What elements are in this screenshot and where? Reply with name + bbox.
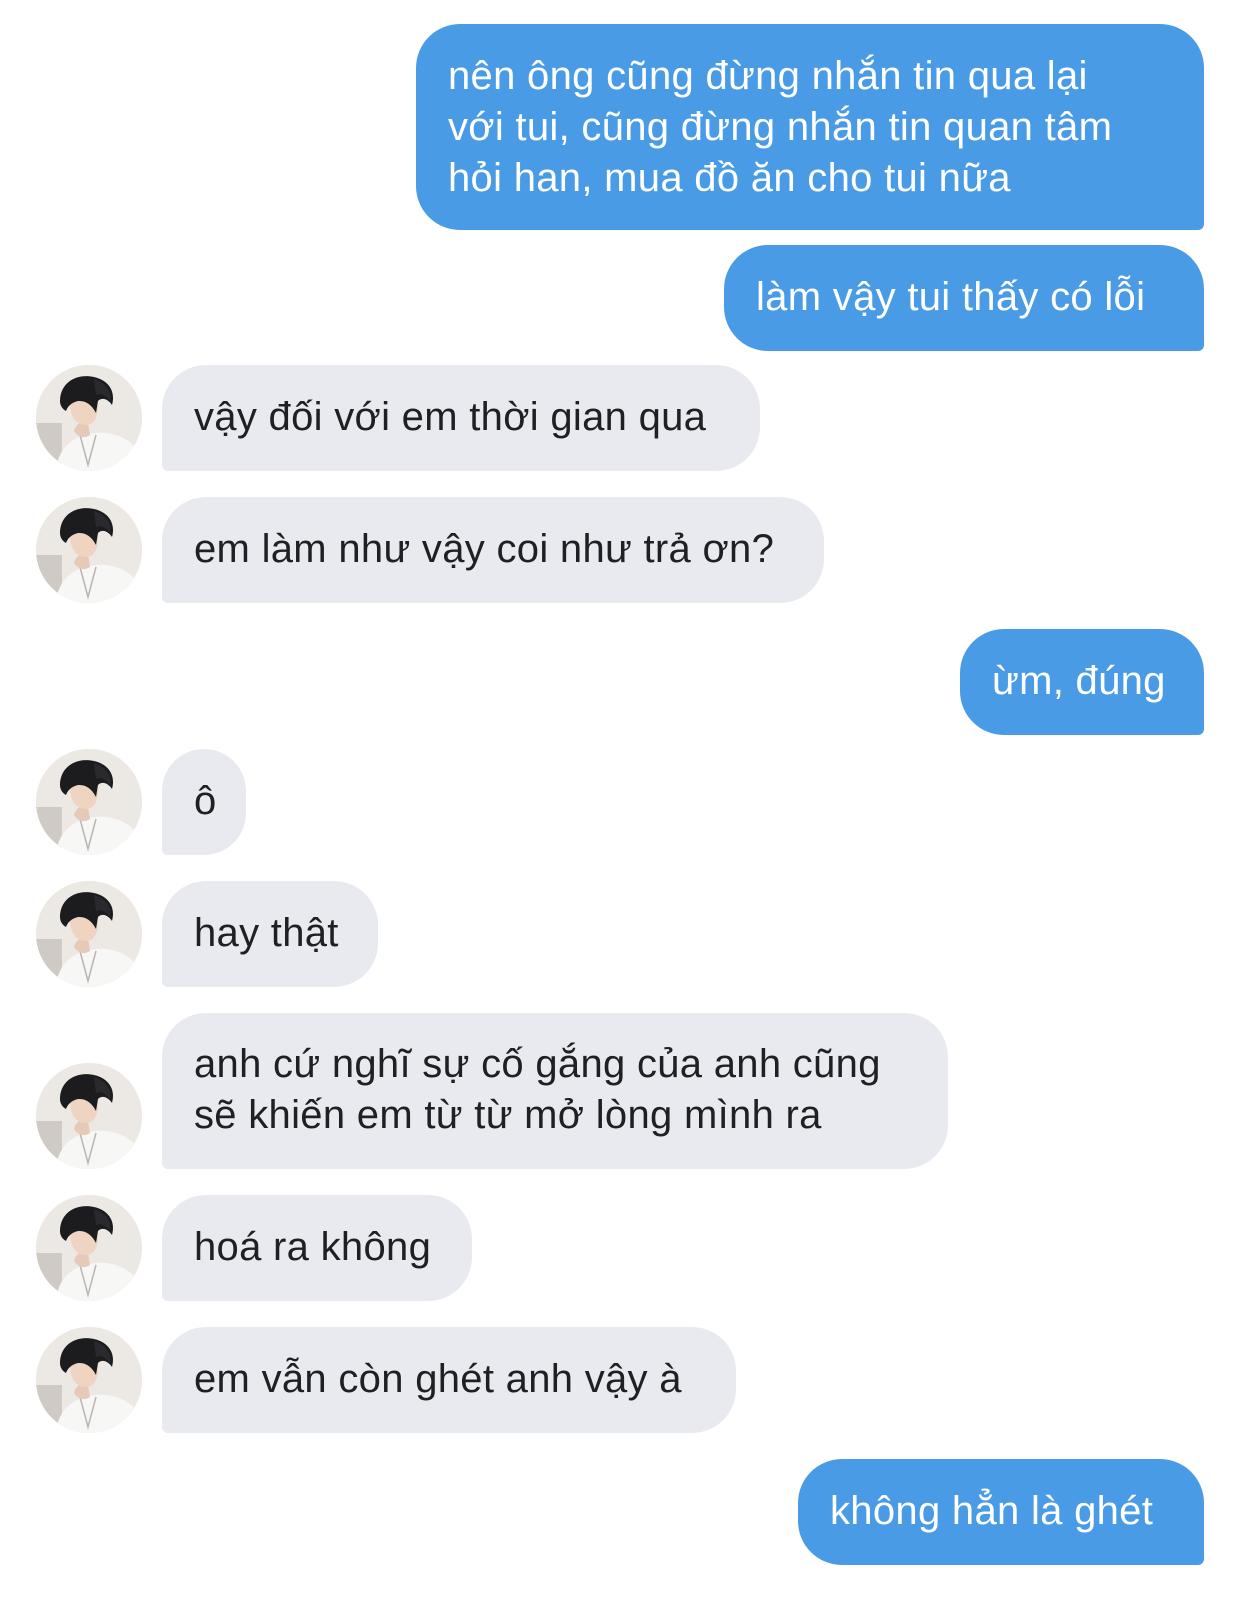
profile-photo-icon <box>36 497 142 603</box>
message-bubble-received[interactable]: hoá ra không <box>162 1195 472 1301</box>
message-bubble-sent[interactable]: không hẳn là ghét <box>798 1459 1204 1565</box>
message-bubble-received[interactable]: em làm như vậy coi như trả ơn? <box>162 497 824 603</box>
avatar[interactable] <box>36 365 142 471</box>
message-bubble-sent[interactable]: nên ông cũng đừng nhắn tin qua lại với t… <box>416 24 1204 230</box>
profile-photo-icon <box>36 1327 142 1433</box>
avatar[interactable] <box>36 1327 142 1433</box>
message-bubble-received[interactable]: hay thật <box>162 881 378 987</box>
profile-photo-icon <box>36 365 142 471</box>
avatar[interactable] <box>36 1063 142 1169</box>
chat-thread: nên ông cũng đừng nhắn tin qua lại với t… <box>0 0 1242 1604</box>
profile-photo-icon <box>36 881 142 987</box>
message-bubble-received[interactable]: em vẫn còn ghét anh vậy à <box>162 1327 736 1433</box>
profile-photo-icon <box>36 1195 142 1301</box>
avatar[interactable] <box>36 497 142 603</box>
avatar[interactable] <box>36 749 142 855</box>
profile-photo-icon <box>36 749 142 855</box>
avatar[interactable] <box>36 881 142 987</box>
message-bubble-sent[interactable]: làm vậy tui thấy có lỗi <box>724 245 1204 351</box>
profile-photo-icon <box>36 1063 142 1169</box>
message-bubble-received[interactable]: anh cứ nghĩ sự cố gắng của anh cũng sẽ k… <box>162 1013 948 1169</box>
message-bubble-received[interactable]: ô <box>162 749 246 855</box>
message-bubble-sent[interactable]: ừm, đúng <box>960 629 1204 735</box>
avatar[interactable] <box>36 1195 142 1301</box>
message-bubble-received[interactable]: vậy đối với em thời gian qua <box>162 365 760 471</box>
